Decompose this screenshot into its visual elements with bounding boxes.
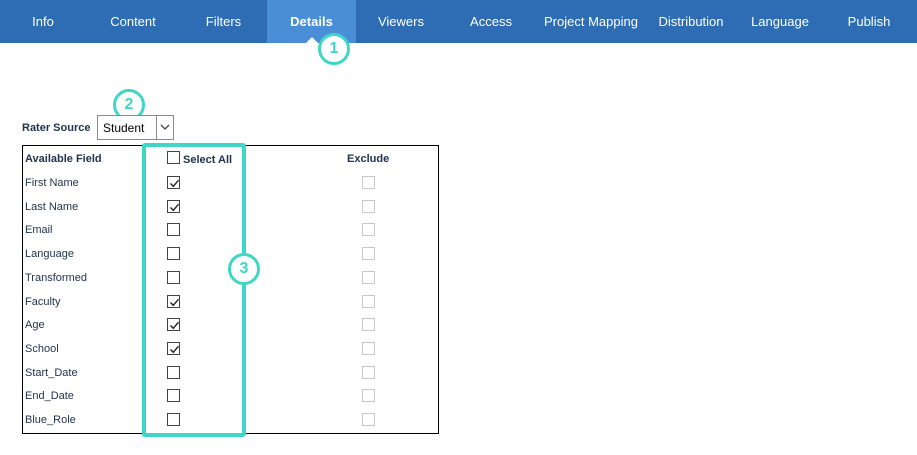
tab-access[interactable]: Access [446, 0, 536, 43]
tab-label: Details [290, 14, 333, 29]
tab-publish[interactable]: Publish [824, 0, 914, 43]
tab-label: Content [110, 14, 156, 29]
tab-viewers[interactable]: Viewers [356, 0, 446, 43]
highlight-box [142, 143, 246, 437]
field-label: Last Name [25, 201, 79, 213]
field-exclude-checkbox [362, 223, 375, 236]
rater-source-value: Student [103, 121, 145, 135]
field-exclude-checkbox [362, 200, 375, 213]
field-label: Email [25, 224, 53, 236]
tab-label: Access [470, 14, 512, 29]
rater-source-select[interactable]: Student [97, 115, 174, 140]
field-exclude-checkbox [362, 271, 375, 284]
tab-distribution[interactable]: Distribution [646, 0, 736, 43]
tab-info[interactable]: Info [0, 0, 86, 43]
tab-label: Language [751, 14, 809, 29]
field-label: School [25, 343, 59, 355]
callout-marker-3: 3 [228, 253, 260, 285]
field-exclude-checkbox [362, 295, 375, 308]
field-label: Age [25, 319, 45, 331]
tab-label: Viewers [377, 14, 424, 29]
tab-content[interactable]: Content [86, 0, 180, 43]
rater-source-label: Rater Source [22, 122, 91, 134]
tab-label: Project Mapping [544, 14, 638, 29]
field-label: Language [25, 248, 74, 260]
tab-label: Publish [847, 14, 891, 29]
field-label: Start_Date [25, 367, 78, 379]
tab-label: Info [32, 14, 54, 29]
field-exclude-checkbox [362, 413, 375, 426]
chevron-down-icon[interactable] [156, 116, 173, 139]
field-exclude-checkbox [362, 342, 375, 355]
field-label: Blue_Role [25, 414, 76, 426]
field-label: Faculty [25, 296, 61, 308]
tab-project-mapping[interactable]: Project Mapping [536, 0, 646, 43]
active-tab-caret [305, 37, 318, 43]
tab-filters[interactable]: Filters [180, 0, 267, 43]
header-available-field: Available Field [25, 153, 102, 165]
field-exclude-checkbox [362, 366, 375, 379]
tab-language[interactable]: Language [736, 0, 824, 43]
field-exclude-checkbox [362, 247, 375, 260]
field-exclude-checkbox [362, 318, 375, 331]
callout-marker-1: 1 [318, 33, 350, 65]
field-label: End_Date [25, 390, 74, 402]
tab-label: Filters [205, 14, 242, 29]
field-label: Transformed [25, 272, 87, 284]
header-exclude: Exclude [347, 153, 390, 165]
field-exclude-checkbox [362, 176, 375, 189]
top-nav: Info Content Filters Details Viewers Acc… [0, 0, 917, 43]
tab-label: Distribution [658, 14, 724, 29]
field-exclude-checkbox [362, 389, 375, 402]
field-label: First Name [25, 177, 79, 189]
